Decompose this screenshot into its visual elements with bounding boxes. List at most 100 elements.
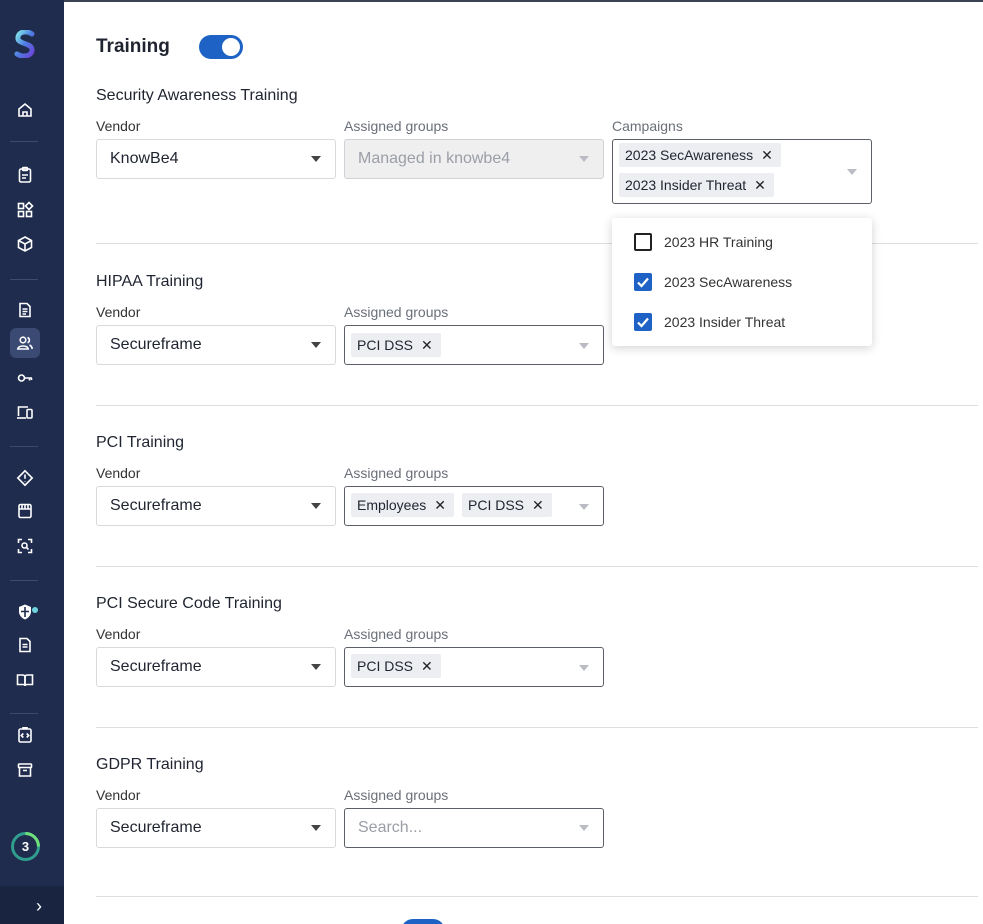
caret-down-icon <box>579 156 589 162</box>
campaign-chip: 2023 Insider Threat ✕ <box>619 173 774 197</box>
assigned-groups-label: Assigned groups <box>344 626 449 642</box>
campaign-option[interactable]: 2023 HR Training <box>634 232 773 252</box>
sidebar-divider <box>10 580 38 581</box>
remove-chip-icon[interactable]: ✕ <box>421 337 433 354</box>
alert-diamond-icon[interactable] <box>10 463 40 493</box>
vendor-select[interactable]: Secureframe <box>96 808 336 848</box>
assigned-groups-search-input[interactable]: Search... <box>344 808 604 848</box>
vendor-value: Secureframe <box>110 658 202 675</box>
chip-label: 2023 Insider Threat <box>625 177 747 193</box>
caret-down-icon <box>311 664 321 670</box>
vendor-label: Vendor <box>96 787 141 803</box>
campaign-chip: 2023 SecAwareness ✕ <box>619 143 781 167</box>
scan-icon[interactable] <box>10 531 40 561</box>
sidebar-divider <box>10 279 38 280</box>
checkbox-checked[interactable] <box>634 273 652 291</box>
option-label: 2023 SecAwareness <box>664 274 793 290</box>
key-icon[interactable] <box>10 363 40 393</box>
section-title: HIPAA Training <box>96 273 204 290</box>
checkbox-unchecked[interactable] <box>634 233 652 251</box>
sidebar: 3 › <box>0 0 64 924</box>
checkmark-icon <box>637 317 649 328</box>
book-icon[interactable] <box>10 665 40 695</box>
home-icon[interactable] <box>10 95 40 125</box>
search-placeholder: Search... <box>358 819 423 836</box>
remove-chip-icon[interactable]: ✕ <box>532 497 544 514</box>
assigned-groups-label: Assigned groups <box>344 787 449 803</box>
people-icon[interactable] <box>10 328 40 358</box>
page-title: Training <box>96 36 170 57</box>
caret-down-icon <box>579 504 589 510</box>
vendor-value: Secureframe <box>110 497 202 514</box>
caret-down-icon <box>579 825 589 831</box>
vendor-select[interactable]: Secureframe <box>96 647 336 687</box>
sidebar-divider <box>10 713 38 714</box>
campaign-option[interactable]: 2023 Insider Threat <box>634 312 785 332</box>
sidebar-divider <box>10 141 38 142</box>
campaigns-multiselect[interactable]: 2023 SecAwareness ✕ 2023 Insider Threat … <box>612 139 872 204</box>
chip-label: PCI DSS <box>357 658 414 674</box>
assigned-groups-placeholder: Managed in knowbe4 <box>358 150 511 167</box>
chip-label: 2023 SecAwareness <box>625 147 754 163</box>
document-icon[interactable] <box>10 295 40 325</box>
caret-down-icon <box>579 343 589 349</box>
progress-ring-icon <box>25 832 40 847</box>
devices-icon[interactable] <box>10 397 40 427</box>
vendor-value: Secureframe <box>110 336 202 353</box>
toggle-knob <box>222 38 240 56</box>
collapse-sidebar-button[interactable]: › <box>0 886 64 924</box>
policy-icon[interactable] <box>10 630 40 660</box>
vendor-value: KnowBe4 <box>110 150 179 167</box>
vendor-label: Vendor <box>96 626 141 642</box>
option-label: 2023 HR Training <box>664 234 773 250</box>
chip-label: PCI DSS <box>357 337 414 353</box>
group-chip: PCI DSS ✕ <box>351 333 441 357</box>
vendor-select[interactable]: Secureframe <box>96 325 336 365</box>
chip-label: Employees <box>357 497 427 513</box>
sidebar-divider <box>10 446 38 447</box>
next-section-toggle[interactable] <box>401 919 445 924</box>
box-icon[interactable] <box>10 229 40 259</box>
caret-down-icon <box>579 665 589 671</box>
checkbox-checked[interactable] <box>634 313 652 331</box>
vendor-value: Secureframe <box>110 819 202 836</box>
section-title: GDPR Training <box>96 756 204 773</box>
vendor-label: Vendor <box>96 118 141 134</box>
campaigns-label: Campaigns <box>612 118 683 134</box>
section-title: Security Awareness Training <box>96 87 298 104</box>
group-chip: Employees ✕ <box>351 493 454 517</box>
store-icon[interactable] <box>10 496 40 526</box>
logo-icon[interactable] <box>14 29 36 59</box>
remove-chip-icon[interactable]: ✕ <box>421 658 433 675</box>
section-divider <box>96 566 978 567</box>
vendor-select[interactable]: KnowBe4 <box>96 139 336 179</box>
caret-down-icon <box>311 342 321 348</box>
option-label: 2023 Insider Threat <box>664 314 786 330</box>
grid-icon[interactable] <box>10 195 40 225</box>
caret-down-icon <box>311 825 321 831</box>
main-content: Training Security Awareness Training Ven… <box>64 2 983 924</box>
remove-chip-icon[interactable]: ✕ <box>754 177 766 194</box>
clipboard-icon[interactable] <box>10 160 40 190</box>
code-icon[interactable] <box>10 720 40 750</box>
remove-chip-icon[interactable]: ✕ <box>434 497 446 514</box>
remove-chip-icon[interactable]: ✕ <box>761 147 773 164</box>
assigned-groups-multiselect[interactable]: PCI DSS ✕ <box>344 325 604 365</box>
assigned-groups-multiselect[interactable]: Employees ✕ PCI DSS ✕ <box>344 486 604 526</box>
caret-down-icon <box>311 156 321 162</box>
assigned-groups-select: Managed in knowbe4 <box>344 139 604 179</box>
training-toggle[interactable] <box>199 35 243 59</box>
vendor-label: Vendor <box>96 465 141 481</box>
vendor-select[interactable]: Secureframe <box>96 486 336 526</box>
assigned-groups-multiselect[interactable]: PCI DSS ✕ <box>344 647 604 687</box>
section-divider <box>96 896 978 897</box>
section-divider <box>96 727 978 728</box>
archive-icon[interactable] <box>10 755 40 785</box>
assigned-groups-label: Assigned groups <box>344 304 449 320</box>
campaign-option[interactable]: 2023 SecAwareness <box>634 272 792 292</box>
checkmark-icon <box>637 277 649 288</box>
chevron-right-icon: › <box>36 896 42 916</box>
campaigns-dropdown-menu: 2023 HR Training 2023 SecAwareness 2023 … <box>612 218 872 346</box>
group-chip: PCI DSS ✕ <box>351 654 441 678</box>
section-divider <box>96 405 978 406</box>
